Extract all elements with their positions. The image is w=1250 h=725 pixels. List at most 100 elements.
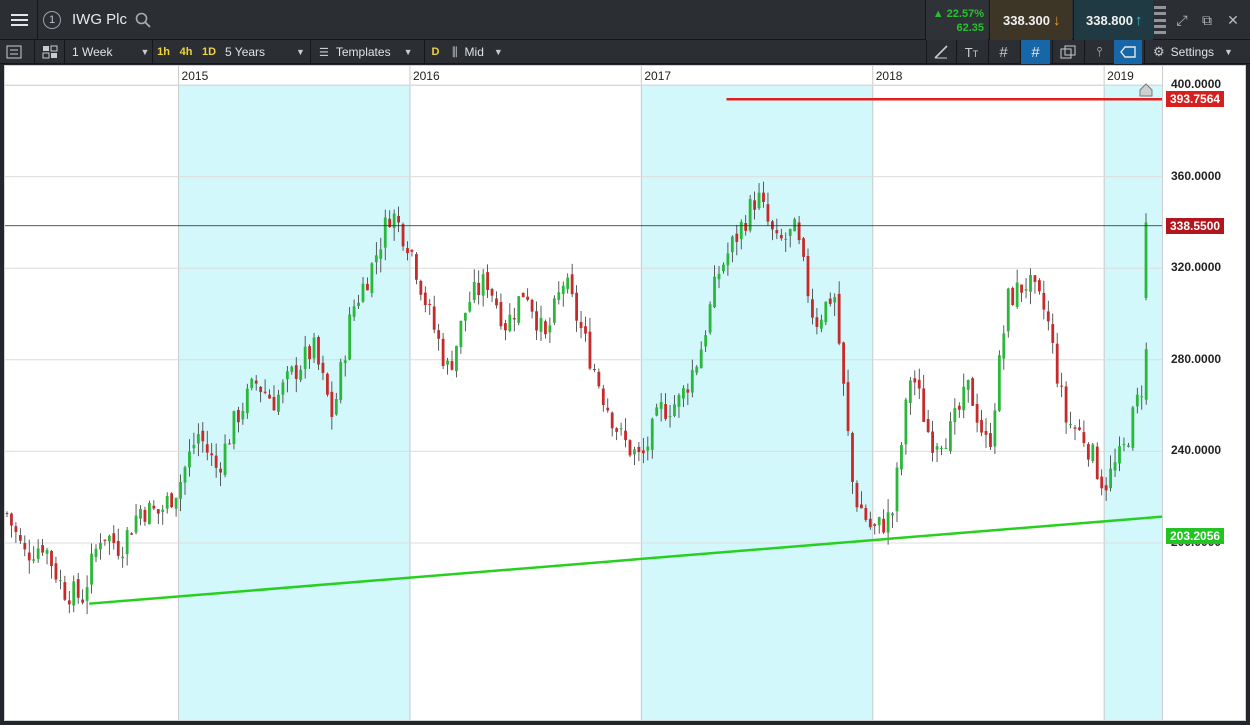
interval-select[interactable]: 1 Week ▼ [64,40,150,64]
candle-body [250,378,254,389]
close-icon[interactable]: ✕ [1223,10,1243,30]
candle-body [263,391,267,393]
candle-body [259,386,263,393]
candle-body [415,254,418,280]
candle-body [290,366,294,372]
change-percent: ▲ 22.57% [932,8,984,20]
candle-body [161,509,165,512]
home-icon[interactable] [1139,83,1153,97]
panel-list-icon[interactable] [6,40,32,64]
candle-body [1082,432,1086,443]
candle-body [241,410,245,420]
settings-menu[interactable]: ⚙ Settings ▼ [1144,40,1248,64]
buy-price: 338.800 [1086,13,1133,28]
candle-body [192,444,196,449]
candle-body [281,382,285,395]
d-button[interactable]: D [424,40,446,64]
candle-body [59,580,62,582]
resistance-price-label: 393.7564 [1166,91,1225,108]
candle-body [50,551,53,566]
candle-body [1127,445,1130,447]
market-depth-icon[interactable] [1154,6,1166,34]
draw-line-icon[interactable] [926,40,954,64]
price-chart[interactable]: 20152016201720182019 200.0000240.0000280… [4,65,1246,721]
candle-body [1073,427,1077,429]
chart-canvas[interactable] [5,66,1246,721]
templates-select[interactable]: ☰ Templates ▼ [310,40,420,64]
candle-body [107,535,111,542]
candle-body [223,443,227,475]
candle-body [655,407,659,416]
link-number: 1 [43,11,61,29]
candle-body [797,222,801,241]
expand-icon[interactable]: ⤢ [1172,10,1192,30]
candle-body [1069,424,1072,426]
candle-body [984,430,988,435]
candle-body [521,292,525,298]
candle-body [757,192,761,209]
price-type-select[interactable]: ⫼ Mid ▼ [452,40,524,64]
candle-body [463,312,467,321]
interval-4h-button[interactable]: 4h [175,40,197,64]
candle-body [699,349,703,369]
candle-body [690,370,694,393]
search-icon[interactable] [135,12,151,28]
interval-1d-button[interactable]: 1D [198,40,220,64]
candle-body [508,314,512,331]
crosshair-icon[interactable]: # [988,40,1018,64]
candle-body [877,517,881,526]
candle-body [904,399,908,445]
y-tick-label: 240.0000 [1171,443,1222,458]
candle-body [468,302,472,312]
candle-body [788,228,792,236]
sell-button[interactable]: 338.300 ↓ [989,0,1072,40]
candle-body [606,407,610,411]
candle-body [1020,284,1023,293]
candle-body [495,298,498,306]
popout-icon[interactable]: ⧉ [1197,10,1217,30]
change-absolute: 62.35 [956,22,984,34]
candle-body [45,549,49,554]
candle-body [641,450,645,454]
indicator-icon[interactable]: ⫯ [1084,40,1114,64]
trading-window: 1 IWG Plc ▲ 22.57% 62.35 338.300 ↓ 338.8… [0,0,1250,725]
range-select[interactable]: 5 Years ▼ [222,40,308,64]
candle-body [686,389,690,393]
candle-body [664,404,667,419]
layout-grid-icon[interactable] [34,40,62,64]
candle-body [383,217,387,248]
year-label-2015: 2015 [181,69,209,83]
hamburger-menu-button[interactable] [0,0,38,40]
candle-body [993,410,997,447]
magnet-grid-icon[interactable]: # [1020,40,1050,64]
layers-icon[interactable] [1052,40,1082,64]
candle-body [917,379,921,389]
tag-icon[interactable] [1114,40,1142,64]
candle-body [1113,462,1117,471]
candle-body [802,238,805,257]
candle-body [179,481,182,499]
candle-body [962,386,966,411]
candle-body [1091,444,1095,462]
candle-body [268,394,271,399]
candle-body [232,411,236,445]
candle-body [1095,446,1099,480]
candle-body [299,369,303,380]
candle-body [54,563,58,580]
candle-body [90,553,93,585]
text-tool-icon[interactable]: TT [956,40,986,64]
y-tick-label: 360.0000 [1171,168,1222,183]
candle-body [156,509,160,514]
candle-body [610,412,614,429]
current-price-label: 338.5500 [1166,217,1225,234]
candle-body [584,326,587,334]
candle-body [695,366,699,373]
buy-button[interactable]: 338.800 ↑ [1073,0,1153,40]
candle-body [891,513,894,516]
link-group-button[interactable]: 1 [40,0,64,40]
candle-body [406,248,409,254]
candle-body [450,361,454,370]
interval-1h-button[interactable]: 1h [152,40,174,64]
candle-body [303,346,307,369]
candle-body [895,467,899,512]
